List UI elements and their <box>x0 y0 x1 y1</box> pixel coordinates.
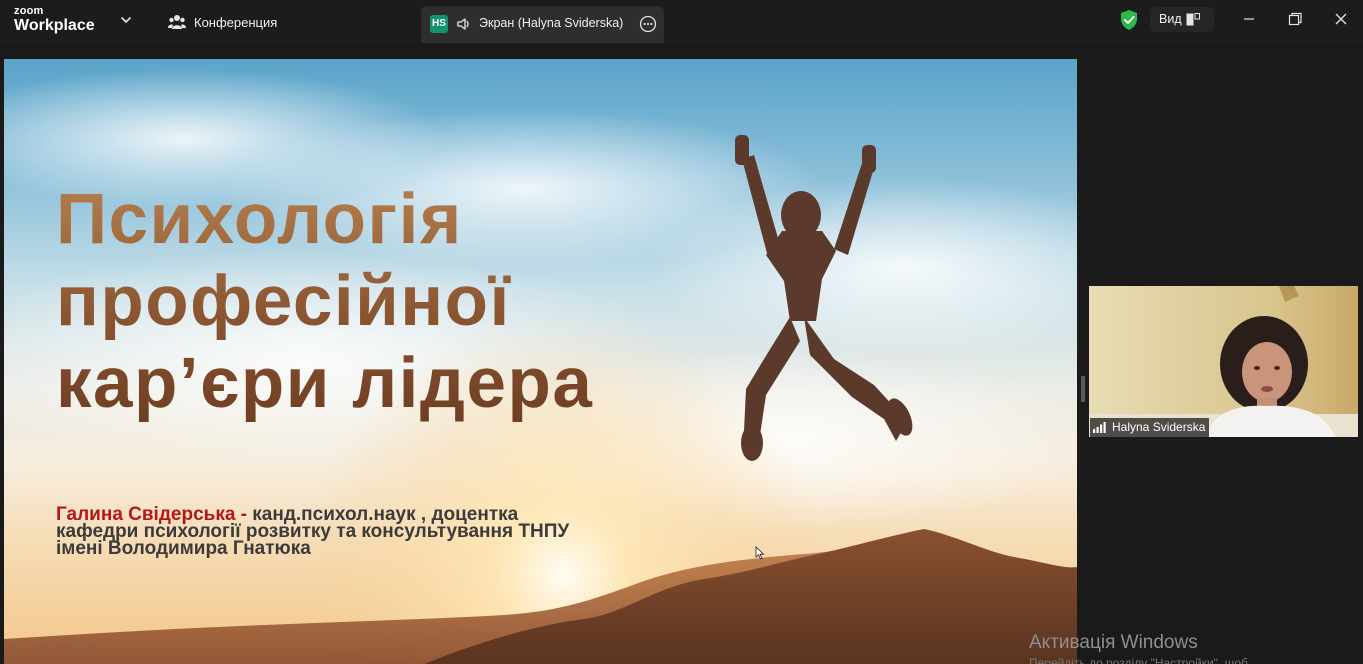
conference-label: Конференция <box>194 14 278 30</box>
pen-icon[interactable] <box>34 642 48 656</box>
participant-video-image <box>1089 286 1358 437</box>
resize-handle[interactable] <box>1081 376 1085 402</box>
mouse-cursor-icon <box>755 546 765 560</box>
slides-icon[interactable] <box>58 642 72 656</box>
shared-screen-slide[interactable]: Психологія професійної кар’єри лідера Га… <box>4 59 1077 664</box>
participant-video-tile[interactable]: Halyna Sviderska <box>1089 286 1358 437</box>
chevron-down-icon[interactable] <box>118 12 134 28</box>
slide-toolbar <box>10 642 96 656</box>
slide-title-line-3: кар’єри лідера <box>56 344 594 423</box>
participant-name: Halyna Sviderska <box>1112 420 1206 434</box>
arrow-right-icon[interactable] <box>82 642 96 656</box>
logo-zoom-text: zoom <box>14 5 44 17</box>
author-line-3: імені Володимира Гнатюка <box>56 538 311 559</box>
slide-author-block: Галина Свідерська - канд.психол.наук , д… <box>56 505 569 559</box>
title-bar: zoom Workplace Конференция HS Экран (Hal… <box>0 0 1363 44</box>
tab-screen-share[interactable]: HS Экран (Halyna Sviderska) <box>421 6 664 43</box>
slide-title-line-1: Психологія <box>56 180 463 259</box>
minimize-icon[interactable] <box>1240 10 1258 28</box>
people-icon <box>168 15 186 29</box>
more-icon[interactable] <box>639 15 657 33</box>
speaker-icon <box>457 18 469 30</box>
arrow-left-icon[interactable] <box>10 642 24 656</box>
view-label: Вид <box>1159 12 1182 26</box>
close-icon[interactable] <box>1332 10 1350 28</box>
tab-label: Экран (Halyna Sviderska) <box>479 16 624 30</box>
windows-activation-title: Активація Windows <box>1029 632 1198 653</box>
restore-icon[interactable] <box>1286 10 1304 28</box>
participant-name-label: Halyna Sviderska <box>1090 418 1210 437</box>
logo-workplace-text: Workplace <box>14 17 95 34</box>
windows-activation-subtitle: Перейдіть до розділу "Настройки", щоб <box>1029 656 1248 664</box>
participant-initials-badge: HS <box>430 15 448 33</box>
zoom-window: zoom Workplace Конференция HS Экран (Hal… <box>0 0 1363 664</box>
shield-check-icon[interactable] <box>1119 9 1139 31</box>
slide-title: Психологія професійної кар’єри лідера <box>56 179 593 425</box>
view-layout-icon <box>1186 13 1200 26</box>
app-logo: zoom Workplace <box>14 6 95 35</box>
view-button[interactable]: Вид <box>1150 7 1214 32</box>
conference-button[interactable]: Конференция <box>168 10 277 34</box>
slide-title-line-2: професійної <box>56 262 511 341</box>
signal-icon <box>1093 422 1106 433</box>
